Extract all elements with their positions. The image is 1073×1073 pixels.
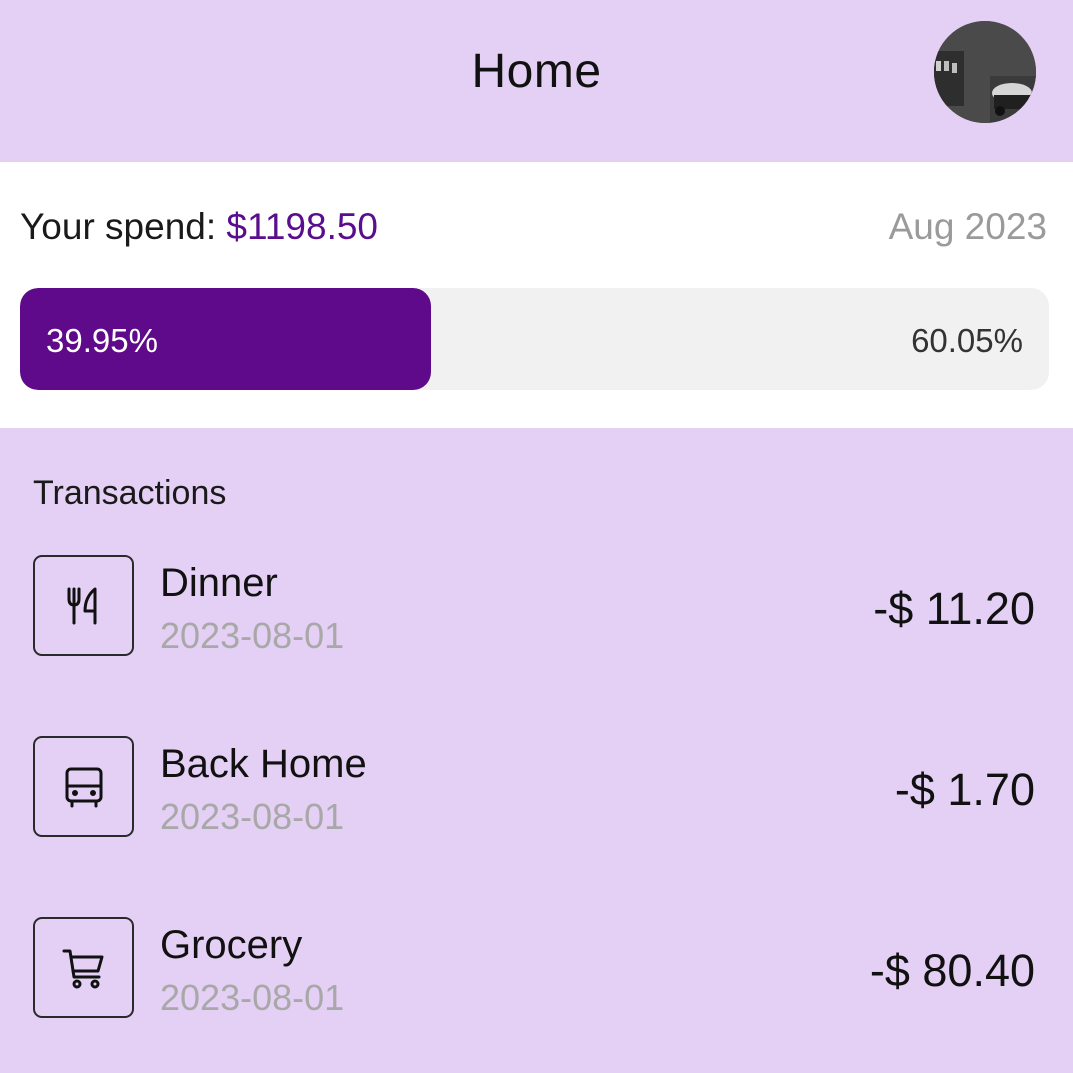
spend-month[interactable]: Aug 2023 [889, 206, 1047, 248]
page-title: Home [471, 45, 602, 98]
transaction-icon-box [33, 917, 134, 1018]
transaction-date: 2023-08-01 [160, 796, 345, 837]
transaction-amount: -$ 1.70 [894, 764, 1035, 815]
fork-knife-icon [67, 587, 96, 624]
transaction-name: Grocery [160, 923, 303, 967]
transaction-row[interactable]: Grocery 2023-08-01 -$ 80.40 [0, 917, 1073, 1021]
spend-label: Your spend: $1198.50 [20, 206, 378, 248]
transaction-icon-box [33, 736, 134, 837]
transaction-date: 2023-08-01 [160, 977, 345, 1018]
transactions-title: Transactions [33, 474, 227, 512]
spend-progress-bar: 39.95% 60.05% [20, 288, 1049, 390]
app-header: Home [0, 0, 1073, 162]
transaction-icon-box [33, 555, 134, 656]
spend-amount: $1198.50 [226, 206, 378, 247]
transaction-name: Back Home [160, 742, 367, 786]
spend-label-text: Your spend: [20, 206, 227, 247]
transaction-date: 2023-08-01 [160, 615, 345, 656]
transaction-amount: -$ 11.20 [873, 583, 1035, 634]
spend-summary-card: Your spend: $1198.50 Aug 2023 39.95% 60.… [0, 162, 1073, 428]
bus-icon [65, 767, 102, 807]
remaining-percentage: 60.05% [911, 322, 1023, 359]
transaction-row[interactable]: Back Home 2023-08-01 -$ 1.70 [0, 736, 1073, 840]
cart-icon [62, 949, 103, 988]
transaction-row[interactable]: Dinner 2023-08-01 -$ 11.20 [0, 555, 1073, 659]
transaction-amount: -$ 80.40 [869, 945, 1035, 996]
avatar-photo [934, 21, 1036, 123]
used-percentage: 39.95% [46, 322, 158, 359]
transaction-name: Dinner [160, 561, 278, 605]
avatar[interactable] [934, 21, 1036, 123]
